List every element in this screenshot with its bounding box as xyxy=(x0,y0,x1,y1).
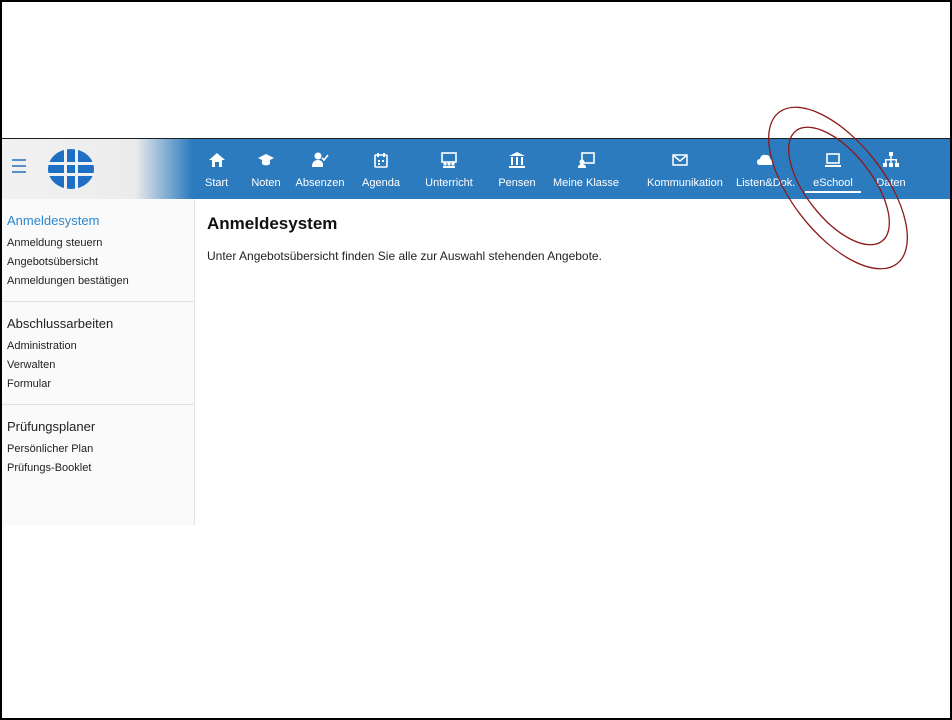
nav-label: Kommunikation xyxy=(647,177,723,189)
nav-item-noten[interactable]: Noten xyxy=(249,139,283,199)
nav-item-agenda[interactable]: Agenda xyxy=(360,139,402,199)
nav-label: Pensen xyxy=(498,177,536,189)
sidebar-section-abschlussarbeiten: Abschlussarbeiten Administration Verwalt… xyxy=(2,302,194,405)
blank-area xyxy=(2,2,950,138)
graduation-cap-icon xyxy=(249,151,283,175)
sidebar-item-verwalten[interactable]: Verwalten xyxy=(7,356,194,375)
nav-label: Unterricht xyxy=(425,177,473,189)
home-icon xyxy=(205,151,228,175)
sidebar-item-formular[interactable]: Formular xyxy=(7,375,194,394)
sidebar-item-anmeldungen-bestaetigen[interactable]: Anmeldungen bestätigen xyxy=(7,272,194,291)
institution-icon xyxy=(496,151,538,175)
nav-item-unterricht[interactable]: Unterricht xyxy=(425,139,473,199)
nav-item-pensen[interactable]: Pensen xyxy=(496,139,538,199)
page-description: Unter Angebotsübersicht finden Sie alle … xyxy=(207,249,602,263)
nav-label: Start xyxy=(205,177,229,189)
nav-label: Noten xyxy=(251,177,281,189)
sidebar-section-anmeldesystem: Anmeldesystem Anmeldung steuern Angebots… xyxy=(2,199,194,302)
nav-label: Agenda xyxy=(362,177,400,189)
sidebar-item-persoenlicher-plan[interactable]: Persönlicher Plan xyxy=(7,440,194,459)
main-content: Anmeldesystem Unter Angebotsübersicht fi… xyxy=(207,214,927,263)
sidebar-section-title[interactable]: Prüfungsplaner xyxy=(7,419,194,434)
nav-label: Daten xyxy=(876,177,906,189)
sidebar-item-anmeldung-steuern[interactable]: Anmeldung steuern xyxy=(7,234,194,253)
sidebar-section-title[interactable]: Anmeldesystem xyxy=(7,213,194,228)
nav-label: eSchool xyxy=(813,177,853,189)
nav-item-meine-klasse[interactable]: Meine Klasse xyxy=(548,139,624,199)
sidebar-item-angebotsuebersicht[interactable]: Angebotsübersicht xyxy=(7,253,194,272)
nav-item-daten[interactable]: Daten xyxy=(876,139,906,199)
sidebar-section-title[interactable]: Abschlussarbeiten xyxy=(7,316,194,331)
sidebar: Anmeldesystem Anmeldung steuern Angebots… xyxy=(2,199,195,525)
school-logo[interactable] xyxy=(47,147,95,191)
top-navbar: Start Noten Absenzen Agenda Unterricht P… xyxy=(2,139,950,199)
nav-item-start[interactable]: Start xyxy=(205,139,228,199)
window-frame: Start Noten Absenzen Agenda Unterricht P… xyxy=(0,0,952,720)
cloud-icon xyxy=(736,151,794,175)
user-check-icon xyxy=(293,151,347,175)
nav-label: Absenzen xyxy=(295,177,345,189)
nav-label: Listen&Dok. xyxy=(736,177,796,189)
sidebar-section-pruefungsplaner: Prüfungsplaner Persönlicher Plan Prüfung… xyxy=(2,405,194,488)
nav-label: Meine Klasse xyxy=(552,177,620,189)
active-indicator xyxy=(805,191,861,193)
nav-item-kommunikation[interactable]: Kommunikation xyxy=(647,139,723,199)
calendar-icon xyxy=(360,151,402,175)
nav-item-absenzen[interactable]: Absenzen xyxy=(293,139,347,199)
sidebar-item-administration[interactable]: Administration xyxy=(7,337,194,356)
envelope-icon xyxy=(647,151,713,175)
classroom-icon xyxy=(425,151,473,175)
teacher-board-icon xyxy=(548,151,624,175)
hamburger-menu-icon[interactable] xyxy=(12,159,26,175)
nav-item-eschool[interactable]: eSchool xyxy=(805,139,861,199)
sitemap-icon xyxy=(876,151,906,175)
laptop-icon xyxy=(805,151,861,175)
page-title: Anmeldesystem xyxy=(207,214,338,233)
sidebar-item-pruefungs-booklet[interactable]: Prüfungs-Booklet xyxy=(7,459,194,478)
brand-area xyxy=(2,139,192,199)
nav-item-listen-dok[interactable]: Listen&Dok. xyxy=(736,139,796,199)
